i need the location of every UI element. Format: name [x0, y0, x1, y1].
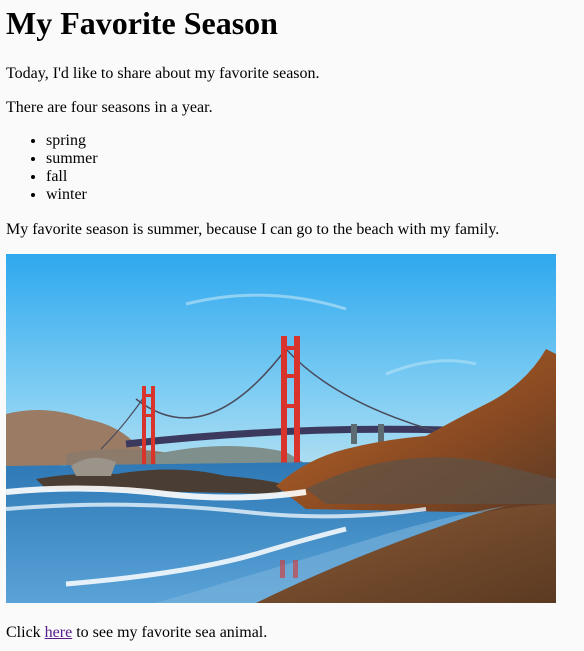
sea-animal-link[interactable]: here: [45, 624, 73, 641]
list-item: summer: [46, 150, 98, 168]
seasons-list: spring summer fall winter: [6, 132, 98, 204]
list-item: winter: [46, 186, 98, 204]
seasons-intro-paragraph: There are four seasons in a year.: [6, 99, 213, 116]
footer-text-before: Click: [6, 624, 45, 641]
list-item: fall: [46, 168, 98, 186]
footer-text-after: to see my favorite sea animal.: [72, 624, 268, 641]
intro-paragraph: Today, I'd like to share about my favori…: [6, 65, 320, 82]
page: My Favorite Season Today, I'd like to sh…: [0, 0, 584, 651]
footer-paragraph: Click here to see my favorite sea animal…: [6, 623, 267, 643]
favorite-paragraph: My favorite season is summer, because I …: [6, 221, 500, 238]
golden-gate-bridge-photo: [6, 254, 556, 603]
page-title: My Favorite Season: [6, 5, 278, 41]
list-item: spring: [46, 132, 98, 150]
